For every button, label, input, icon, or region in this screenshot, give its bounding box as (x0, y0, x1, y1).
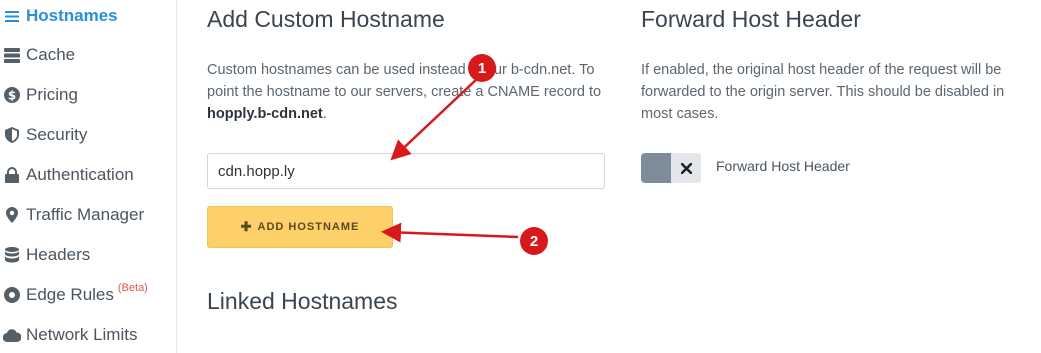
annotation-badge-2: 2 (520, 227, 548, 255)
annotation-arrow-2 (381, 222, 519, 243)
annotation-arrows (381, 77, 519, 243)
annotation-arrow-1 (390, 77, 479, 161)
annotation-badge-1: 1 (468, 54, 496, 82)
